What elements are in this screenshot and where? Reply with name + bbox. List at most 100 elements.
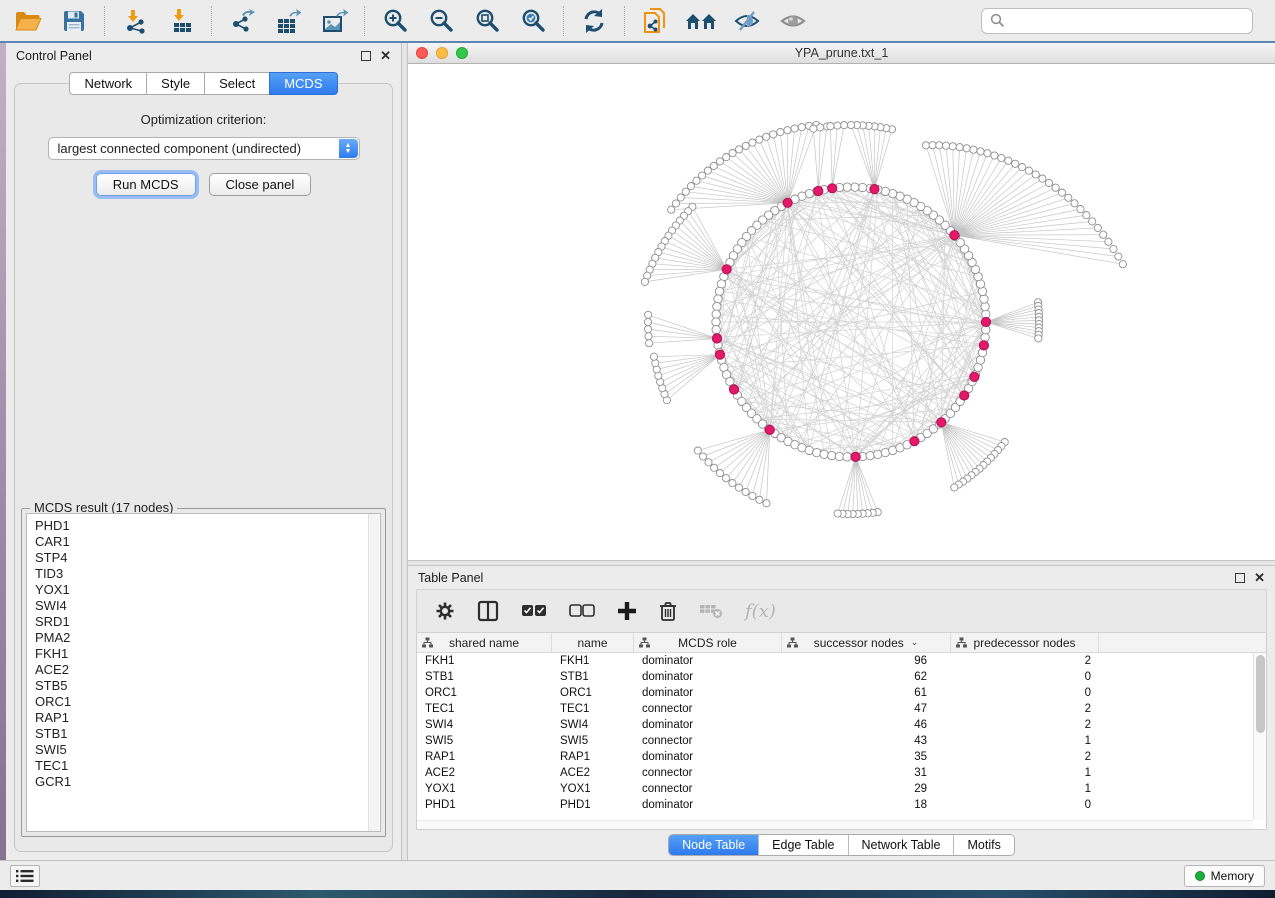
table-horizontal-scrollbar[interactable] [417, 820, 1253, 829]
network-node-mcds[interactable] [851, 452, 860, 461]
network-canvas[interactable] [408, 64, 1275, 559]
network-node[interactable] [1115, 253, 1122, 260]
network-node-mcds[interactable] [960, 391, 969, 400]
optimization-criterion-select[interactable]: largest connected component (undirected)… [48, 137, 360, 160]
network-node[interactable] [742, 488, 749, 495]
network-node[interactable] [699, 453, 706, 460]
network-node-mcds[interactable] [712, 334, 721, 343]
network-node[interactable] [1045, 179, 1052, 186]
deselect-all-button[interactable] [569, 603, 595, 619]
network-node[interactable] [817, 124, 824, 131]
network-node-mcds[interactable] [814, 186, 823, 195]
table-row[interactable]: STB1STB1dominator620 [417, 669, 1253, 685]
mcds-result-item[interactable]: SRD1 [35, 614, 380, 630]
close-panel-button[interactable]: Close panel [209, 173, 312, 196]
control-panel-tab-select[interactable]: Select [204, 72, 269, 95]
table-row[interactable]: SWI5SWI5connector431 [417, 733, 1253, 749]
network-node-mcds[interactable] [979, 341, 988, 350]
network-node[interactable] [1100, 231, 1107, 238]
save-session-button[interactable] [54, 4, 94, 38]
network-node[interactable] [736, 146, 743, 153]
export-table-button[interactable] [268, 4, 308, 38]
network-node[interactable] [672, 200, 679, 207]
network-node[interactable] [735, 484, 742, 491]
network-node[interactable] [841, 122, 848, 129]
column-header-predecessor-nodes[interactable]: predecessor nodes [951, 633, 1099, 652]
network-node[interactable] [834, 510, 841, 517]
network-node[interactable] [1105, 238, 1112, 245]
delete-column-button[interactable] [659, 601, 677, 622]
network-node[interactable] [756, 136, 763, 143]
network-node[interactable] [970, 146, 977, 153]
network-node-mcds[interactable] [937, 418, 946, 427]
mcds-result-item[interactable]: ORC1 [35, 694, 380, 710]
network-node[interactable] [1077, 206, 1084, 213]
network-node[interactable] [1089, 218, 1096, 225]
mcds-result-item[interactable]: PMA2 [35, 630, 380, 646]
control-panel-tab-style[interactable]: Style [146, 72, 204, 95]
network-node[interactable] [981, 302, 989, 310]
network-node[interactable] [687, 183, 694, 190]
mcds-result-item[interactable]: STB5 [35, 678, 380, 694]
network-node[interactable] [652, 360, 659, 367]
network-node[interactable] [1035, 335, 1042, 342]
network-node[interactable] [645, 326, 652, 333]
network-node[interactable] [715, 287, 723, 295]
network-node[interactable] [644, 318, 651, 325]
run-mcds-button[interactable]: Run MCDS [96, 173, 196, 196]
mcds-result-item[interactable]: TEC1 [35, 758, 380, 774]
float-table-panel-icon[interactable] [1235, 573, 1245, 583]
network-node-mcds[interactable] [722, 265, 731, 274]
network-node[interactable] [694, 447, 701, 454]
network-node[interactable] [716, 470, 723, 477]
mcds-result-item[interactable]: SWI4 [35, 598, 380, 614]
network-node[interactable] [1119, 261, 1126, 268]
network-node[interactable] [714, 295, 722, 303]
network-node[interactable] [881, 187, 889, 195]
network-node[interactable] [763, 133, 770, 140]
network-node-mcds[interactable] [910, 437, 919, 446]
network-node[interactable] [942, 142, 949, 149]
network-node[interactable] [922, 142, 929, 149]
refresh-button[interactable] [574, 4, 614, 38]
network-node[interactable] [1058, 189, 1065, 196]
network-node[interactable] [977, 148, 984, 155]
network-node[interactable] [1065, 194, 1072, 201]
network-node[interactable] [693, 177, 700, 184]
network-node[interactable] [936, 142, 943, 149]
network-node[interactable] [851, 183, 859, 191]
result-list-scrollbar[interactable] [368, 514, 379, 831]
network-node[interactable] [949, 143, 956, 150]
network-node[interactable] [813, 448, 821, 456]
network-node[interactable] [866, 451, 874, 459]
network-node[interactable] [874, 450, 882, 458]
open-file-button[interactable] [8, 4, 48, 38]
network-node[interactable] [699, 172, 706, 179]
table-row[interactable]: PHD1PHD1dominator180 [417, 797, 1253, 813]
network-node-mcds[interactable] [828, 184, 837, 193]
column-header-shared-name[interactable]: shared name [417, 633, 552, 652]
table-tab-network-table[interactable]: Network Table [849, 835, 955, 855]
network-node-mcds[interactable] [970, 372, 979, 381]
table-tab-edge-table[interactable]: Edge Table [759, 835, 848, 855]
column-header-successor-nodes[interactable]: successor nodes⌄ [782, 633, 951, 652]
zoom-out-button[interactable] [421, 4, 461, 38]
network-node[interactable] [980, 295, 988, 303]
mcds-result-item[interactable]: CAR1 [35, 534, 380, 550]
mcds-result-item[interactable]: YOX1 [35, 582, 380, 598]
search-box[interactable] [981, 8, 1253, 34]
network-node[interactable] [1071, 200, 1078, 207]
control-panel-tab-mcds[interactable]: MCDS [269, 72, 337, 95]
network-node[interactable] [716, 158, 723, 165]
mcds-result-item[interactable]: PHD1 [35, 518, 380, 534]
network-node[interactable] [827, 123, 834, 130]
mcds-result-item[interactable]: GCR1 [35, 774, 380, 790]
mcds-result-item[interactable]: STB1 [35, 726, 380, 742]
network-node[interactable] [668, 206, 675, 213]
network-node-mcds[interactable] [870, 185, 879, 194]
network-node-mcds[interactable] [783, 198, 792, 207]
network-node[interactable] [682, 188, 689, 195]
scrollbar-thumb[interactable] [1256, 655, 1265, 733]
float-panel-icon[interactable] [361, 51, 371, 61]
zoom-fit-button[interactable] [467, 4, 507, 38]
